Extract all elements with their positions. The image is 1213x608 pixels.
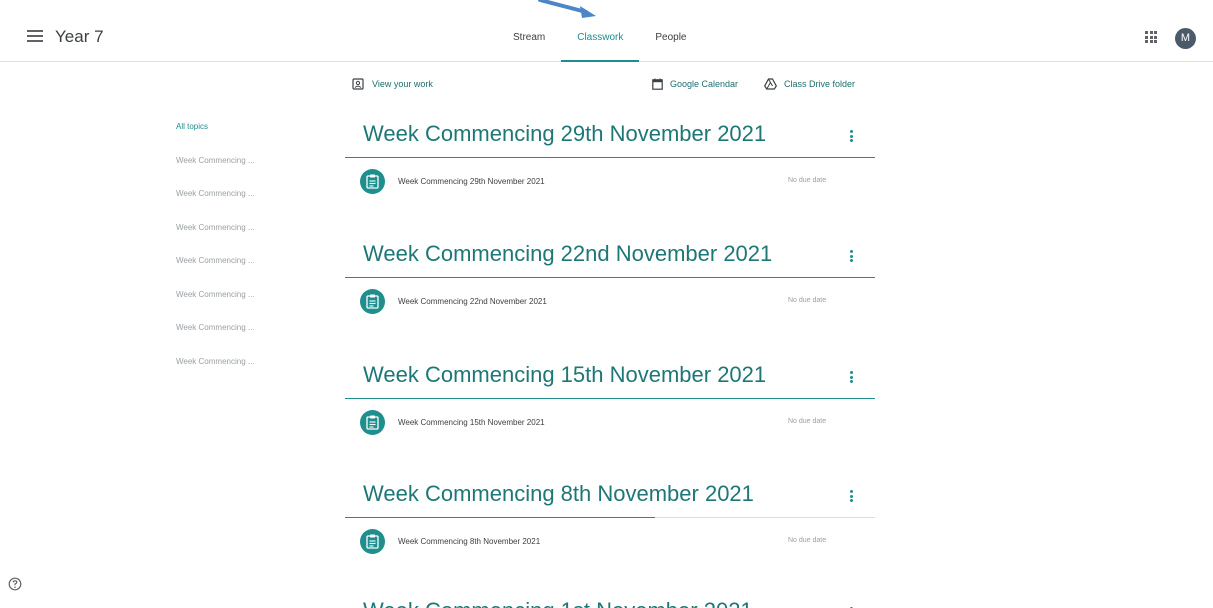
tab-people[interactable]: People [639, 16, 702, 62]
assignment-item[interactable]: Week Commencing 22nd November 2021 No du… [360, 289, 875, 315]
help-icon[interactable] [8, 577, 22, 591]
tab-stream[interactable]: Stream [497, 16, 561, 62]
google-calendar-link[interactable]: Google Calendar [652, 78, 738, 90]
topic-item[interactable]: Week Commencing ... [176, 256, 255, 290]
topic-item[interactable]: Week Commencing ... [176, 357, 255, 391]
topic-item[interactable]: Week Commencing ... [176, 323, 255, 357]
topic-heading: Week Commencing 15th November 2021 [363, 362, 767, 387]
assignment-title: Week Commencing 29th November 2021 [398, 177, 545, 186]
tab-bar: Stream Classwork People [497, 16, 703, 62]
topic-item[interactable]: Week Commencing ... [176, 223, 255, 257]
topic-item[interactable]: Week Commencing ... [176, 156, 255, 190]
section-divider [345, 398, 875, 399]
google-apps-icon[interactable] [1145, 31, 1157, 43]
account-avatar[interactable]: M [1175, 28, 1196, 49]
more-vert-icon[interactable] [850, 371, 853, 383]
topics-list: All topics Week Commencing ... Week Comm… [176, 122, 255, 390]
topic-all-topics[interactable]: All topics [176, 122, 255, 156]
view-your-work-label: View your work [372, 79, 433, 89]
assignment-title: Week Commencing 15th November 2021 [398, 418, 545, 427]
more-vert-icon[interactable] [850, 130, 853, 142]
assignment-item[interactable]: Week Commencing 15th November 2021 No du… [360, 410, 875, 436]
view-your-work-link[interactable]: View your work [352, 78, 433, 90]
class-title[interactable]: Year 7 [55, 27, 104, 47]
google-calendar-label: Google Calendar [670, 79, 739, 89]
assignment-item[interactable]: Week Commencing 8th November 2021 No due… [360, 529, 875, 555]
due-date: No due date [788, 177, 827, 184]
section-divider-track [655, 517, 875, 518]
topic-heading: Week Commencing 1st November 2021 [363, 598, 753, 608]
calendar-icon [652, 78, 663, 90]
section-divider [345, 517, 655, 518]
assignment-ind-icon [352, 78, 364, 90]
due-date: No due date [788, 418, 827, 425]
assignment-title: Week Commencing 22nd November 2021 [398, 297, 547, 306]
assignment-title: Week Commencing 8th November 2021 [398, 537, 541, 546]
topic-item[interactable]: Week Commencing ... [176, 290, 255, 324]
assignment-icon [360, 410, 385, 435]
assignment-item[interactable]: Week Commencing 29th November 2021 No du… [360, 169, 875, 195]
more-vert-icon[interactable] [850, 490, 853, 502]
topic-heading: Week Commencing 8th November 2021 [363, 481, 754, 506]
tab-classwork[interactable]: Classwork [561, 16, 640, 62]
top-app-bar: Year 7 Stream Classwork People M [0, 16, 1213, 62]
assignment-icon [360, 289, 385, 314]
class-drive-folder-link[interactable]: Class Drive folder [764, 78, 855, 90]
section-divider [345, 277, 875, 278]
assignment-icon [360, 169, 385, 194]
more-vert-icon[interactable] [850, 250, 853, 262]
due-date: No due date [788, 537, 827, 544]
class-drive-folder-label: Class Drive folder [784, 79, 856, 89]
topic-heading: Week Commencing 29th November 2021 [363, 121, 767, 146]
drive-icon [764, 78, 777, 90]
assignment-icon [360, 529, 385, 554]
section-divider [345, 157, 875, 158]
menu-icon[interactable] [27, 30, 43, 42]
topic-heading: Week Commencing 22nd November 2021 [363, 241, 773, 266]
due-date: No due date [788, 297, 827, 304]
topic-item[interactable]: Week Commencing ... [176, 189, 255, 223]
